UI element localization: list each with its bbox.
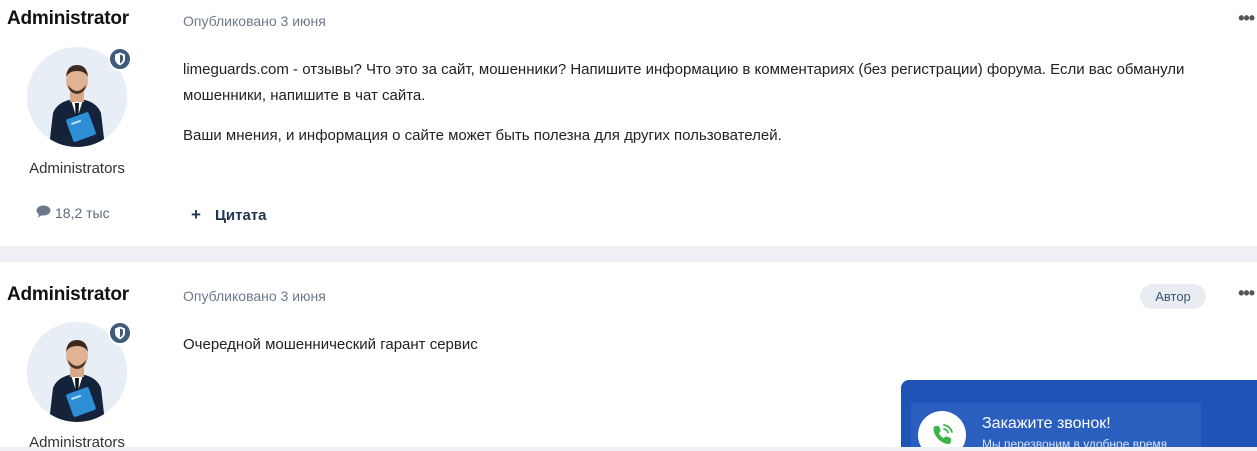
post-paragraph: Ваши мнения, и информация о сайте может … [183,127,782,144]
post-date[interactable]: Опубликовано 3 июня [183,13,326,29]
plus-icon: + [191,205,201,224]
posts-count[interactable]: 18,2 тыс [36,205,110,221]
post-content: limeguards.com - отзывы? Что это за сайт… [183,57,1223,163]
quote-button[interactable]: + Цитата [191,205,267,225]
post-1: Administrator Administrators 18,2 тыс Оп… [0,0,1257,246]
shield-icon [108,321,132,345]
callback-subtitle: Мы перезвоним в удобное время [982,437,1168,447]
user-group: Administrators [29,160,125,177]
shield-icon [108,47,132,71]
author-tag-badge: Автор [1140,284,1206,309]
callback-widget[interactable]: Закажите звонок! Мы перезвоним в удобное… [901,380,1257,447]
author-name[interactable]: Administrator [7,8,129,30]
quote-label: Цитата [214,206,267,224]
callback-title[interactable]: Закажите звонок! [982,415,1111,433]
post-menu-icon[interactable]: ••• [1238,283,1255,304]
posts-count-label: 18,2 тыс [55,205,110,221]
post-menu-icon[interactable]: ••• [1238,8,1255,29]
post-date[interactable]: Опубликовано 3 июня [183,288,326,304]
post-content: Очередной мошеннический гарант сервис [183,332,1223,372]
comment-icon [36,205,51,221]
author-name[interactable]: Administrator [7,284,129,306]
post-paragraph: limeguards.com - отзывы? Что это за сайт… [183,61,1185,104]
user-group: Administrators [29,434,125,451]
post-paragraph: Очередной мошеннический гарант сервис [183,336,478,353]
